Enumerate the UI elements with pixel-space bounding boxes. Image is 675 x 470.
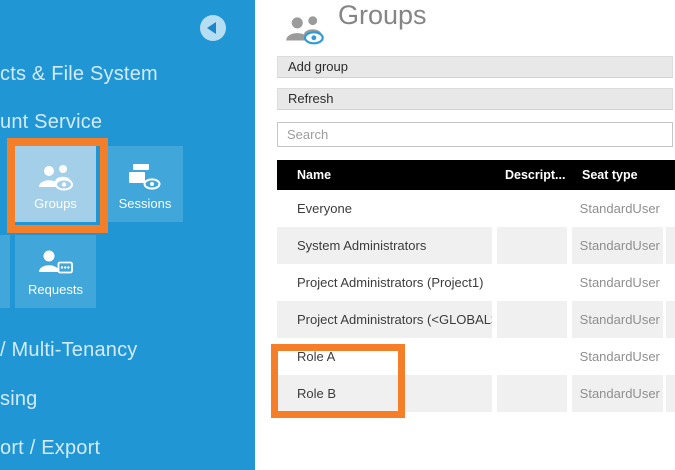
table-row[interactable]: Everyone StandardUser — [277, 190, 675, 227]
sessions-icon — [107, 163, 183, 196]
sidebar-item-account-service[interactable]: unt Service — [0, 111, 102, 134]
groups-page-icon — [284, 14, 326, 50]
app-window: cts & File System unt Service Groups — [0, 0, 675, 470]
sidebar-item-multi-tenancy[interactable]: / Multi-Tenancy — [0, 339, 138, 362]
cell-overflow — [666, 190, 675, 227]
cell-description — [497, 301, 567, 338]
cell-description — [497, 190, 567, 227]
cell-overflow — [666, 264, 675, 301]
add-group-button[interactable]: Add group — [277, 56, 673, 78]
collapse-sidebar-button[interactable] — [200, 15, 226, 41]
cell-seat-type: StandardUser — [572, 227, 663, 264]
groups-icon — [15, 163, 96, 196]
sidebar-item-file-system[interactable]: cts & File System — [0, 63, 158, 86]
cell-description — [497, 264, 567, 301]
chevron-left-icon — [207, 22, 216, 34]
tile-clipped-edge — [0, 235, 10, 308]
cell-overflow — [666, 375, 675, 412]
cell-overflow — [666, 227, 675, 264]
sidebar-tile-requests-label: Requests — [15, 282, 96, 297]
cell-seat-type: StandardUser — [572, 375, 663, 412]
table-row[interactable]: System Administrators StandardUser — [277, 227, 675, 264]
cell-description — [497, 375, 567, 412]
cell-name: Role B — [277, 375, 492, 412]
page-title: Groups — [338, 0, 427, 31]
table-row[interactable]: Project Administrators (<GLOBAL>) Standar… — [277, 301, 675, 338]
groups-table: Name Descript... Seat type Everyone Stand… — [277, 160, 675, 412]
cell-seat-type: StandardUser — [572, 338, 663, 375]
cell-seat-type: StandardUser — [572, 264, 663, 301]
refresh-button[interactable]: Refresh — [277, 88, 673, 110]
sidebar-tile-requests[interactable]: Requests — [15, 235, 96, 308]
cell-description — [497, 338, 567, 375]
sidebar: cts & File System unt Service Groups — [0, 0, 255, 470]
table-row[interactable]: Role A StandardUser — [277, 338, 675, 375]
column-header-seat-type[interactable]: Seat type — [582, 160, 638, 190]
cell-name: Everyone — [277, 190, 492, 227]
cell-seat-type: StandardUser — [572, 190, 663, 227]
cell-name: Project Administrators (Project1) — [277, 264, 492, 301]
cell-name: Project Administrators (<GLOBAL>) — [277, 301, 492, 338]
sidebar-tile-groups-label: Groups — [15, 196, 96, 211]
search-input[interactable] — [277, 122, 673, 147]
table-row[interactable]: Role B StandardUser — [277, 375, 675, 412]
cell-overflow — [666, 338, 675, 375]
cell-description — [497, 227, 567, 264]
table-body: EveryoneStandardUserSystem Administrator… — [277, 190, 675, 412]
column-header-description[interactable]: Descript... — [505, 160, 565, 190]
table-header[interactable]: Name Descript... Seat type — [277, 160, 675, 190]
cell-name: Role A — [277, 338, 492, 375]
cell-seat-type: StandardUser — [572, 301, 663, 338]
requests-icon — [15, 249, 96, 280]
sidebar-tile-sessions-label: Sessions — [107, 196, 183, 211]
sidebar-tile-sessions[interactable]: Sessions — [107, 146, 183, 222]
column-header-name[interactable]: Name — [297, 160, 331, 190]
sidebar-tile-groups[interactable]: Groups — [15, 146, 96, 222]
sidebar-item-import-export[interactable]: ort / Export — [0, 437, 100, 460]
main-panel: Groups Add group Refresh Name Descript..… — [255, 0, 675, 470]
sidebar-item-licensing[interactable]: sing — [0, 388, 38, 411]
table-row[interactable]: Project Administrators (Project1) Standar… — [277, 264, 675, 301]
cell-overflow — [666, 301, 675, 338]
cell-name: System Administrators — [277, 227, 492, 264]
